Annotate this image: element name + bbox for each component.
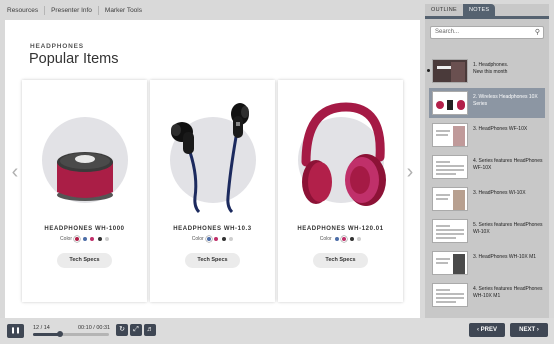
product-card: HEADPHONES WH-1000 Color Tech Specs (22, 80, 147, 302)
seek-handle[interactable] (57, 331, 64, 337)
panel-tabs: OUTLINE NOTES (425, 4, 496, 16)
color-swatch[interactable] (97, 236, 102, 241)
chevron-right-icon: › (535, 327, 539, 333)
chevron-right-icon[interactable]: › (404, 162, 416, 182)
tabs-divider (425, 16, 549, 19)
color-swatch[interactable] (104, 236, 109, 241)
product-card: HEADPHONES WH-10.3 Color Tech Specs (150, 80, 275, 302)
slide-item[interactable]: 1. Headphones. New this month (427, 56, 545, 86)
replay-button[interactable]: ↻ (116, 324, 128, 336)
slide-thumbnail (432, 251, 468, 275)
seek-bar-fill (33, 333, 61, 336)
color-swatch[interactable] (229, 236, 234, 241)
slide-item[interactable]: 5. Series features HeadPhones WI-10X (429, 216, 545, 246)
nav-resources[interactable]: Resources (7, 5, 46, 15)
slide-counter: 12 / 14 (33, 325, 50, 331)
page-title: Popular Items (29, 51, 119, 67)
color-swatch[interactable] (75, 236, 80, 241)
slide-thumbnail (432, 219, 468, 243)
slide-item[interactable]: 2. Wireless Headphones 10X Series (429, 88, 545, 118)
color-swatch[interactable] (82, 236, 87, 241)
top-navigation: Resources Presenter Info Marker Tools (0, 0, 420, 20)
volume-button[interactable]: ♬ (144, 324, 156, 336)
product-name: HEADPHONES WH-120.01 (297, 226, 384, 232)
pause-button[interactable]: ❚❚ (7, 324, 24, 338)
slide-thumbnail (432, 155, 468, 179)
volume-icon: ♬ (146, 326, 154, 333)
nav-presenter-info[interactable]: Presenter Info (45, 5, 99, 15)
current-marker (427, 69, 430, 72)
prev-label: PREV (480, 327, 497, 333)
color-options: Color (22, 236, 147, 242)
tab-notes[interactable]: NOTES (462, 4, 496, 16)
search-icon[interactable]: ⚲ (535, 27, 540, 38)
color-swatch[interactable] (90, 236, 95, 241)
slide-title: 3. HeadPhones WH-10X M1 (473, 254, 537, 260)
slide-thumbnail (432, 283, 468, 307)
pause-icon: ❚❚ (10, 328, 21, 334)
slide-title: 3. HeadPhones WF-10X (473, 126, 528, 132)
next-button[interactable]: NEXT › (510, 323, 548, 337)
player-controls: ❚❚ 12 / 14 00:10 / 00:31 ↻ ⤢ ♬ ‹ PREV NE… (0, 318, 554, 344)
slide-title: 5. Series features HeadPhones WI-10X (473, 222, 543, 235)
headphones-image (301, 102, 386, 206)
color-label: Color (319, 236, 332, 242)
slide-thumbnail (432, 59, 468, 83)
slide-item[interactable]: 4. Series features HeadPhones WF-10X (429, 152, 545, 182)
slide-thumbnail (432, 91, 468, 115)
time-readout: 00:10 / 00:31 (78, 325, 111, 331)
slide-title: 4. Series features HeadPhones WH-10X M1 (473, 286, 543, 299)
color-swatch[interactable] (349, 236, 354, 241)
color-options: Color (278, 236, 403, 242)
color-swatch[interactable] (214, 236, 219, 241)
prev-button[interactable]: ‹ PREV (469, 323, 505, 337)
next-label: NEXT (519, 327, 536, 333)
search-input[interactable]: Search... ⚲ (430, 26, 544, 39)
product-name: HEADPHONES WH-10.3 (173, 226, 252, 232)
replay-icon: ↻ (119, 326, 125, 333)
color-label: Color (191, 236, 204, 242)
sidebar-panel: OUTLINE NOTES Search... ⚲ 1. Headphones.… (425, 4, 549, 318)
color-options: Color (150, 236, 275, 242)
slide-stage: HEADPHONES Popular Items ‹ › HEADPHONES … (5, 20, 420, 318)
slide-thumbnail (432, 187, 468, 211)
tech-specs-button[interactable]: Tech Specs (313, 253, 368, 268)
product-name: HEADPHONES WH-1000 (44, 226, 125, 232)
product-card: HEADPHONES WH-120.01 Color Tech Specs (278, 80, 403, 302)
slide-title: 1. Headphones. New this month (473, 62, 509, 75)
earphones-image (171, 103, 249, 214)
tech-specs-button[interactable]: Tech Specs (185, 253, 240, 268)
fullscreen-button[interactable]: ⤢ (130, 324, 142, 336)
slide-item[interactable]: 3. HeadPhones WI-10X (429, 184, 545, 214)
speaker-image (57, 152, 113, 201)
expand-icon: ⤢ (133, 326, 139, 333)
brand-label: HEADPHONES (30, 43, 84, 50)
seek-bar[interactable] (33, 331, 109, 337)
color-swatch[interactable] (207, 236, 212, 241)
player-window: Resources Presenter Info Marker Tools HE… (0, 0, 554, 344)
color-swatch[interactable] (357, 236, 362, 241)
slide-title: 3. HeadPhones WI-10X (473, 190, 526, 196)
color-label: Color (60, 236, 72, 242)
slide-item[interactable]: 3. HeadPhones WF-10X (429, 120, 545, 150)
chevron-left-icon[interactable]: ‹ (9, 162, 21, 182)
slide-item[interactable]: 3. HeadPhones WH-10X M1 (429, 248, 545, 278)
color-swatch[interactable] (342, 236, 347, 241)
slide-title: 4. Series features HeadPhones WF-10X (473, 158, 543, 171)
color-swatch[interactable] (335, 236, 340, 241)
slide-title: 2. Wireless Headphones 10X Series (473, 94, 538, 107)
tech-specs-button[interactable]: Tech Specs (57, 253, 112, 268)
slide-item[interactable]: 4. Series features HeadPhones WH-10X M1 (429, 280, 545, 310)
color-swatch[interactable] (221, 236, 226, 241)
tab-outline[interactable]: OUTLINE (425, 4, 463, 16)
search-placeholder: Search... (435, 29, 460, 35)
nav-marker-tools[interactable]: Marker Tools (99, 6, 148, 15)
slide-thumbnail (432, 123, 468, 147)
